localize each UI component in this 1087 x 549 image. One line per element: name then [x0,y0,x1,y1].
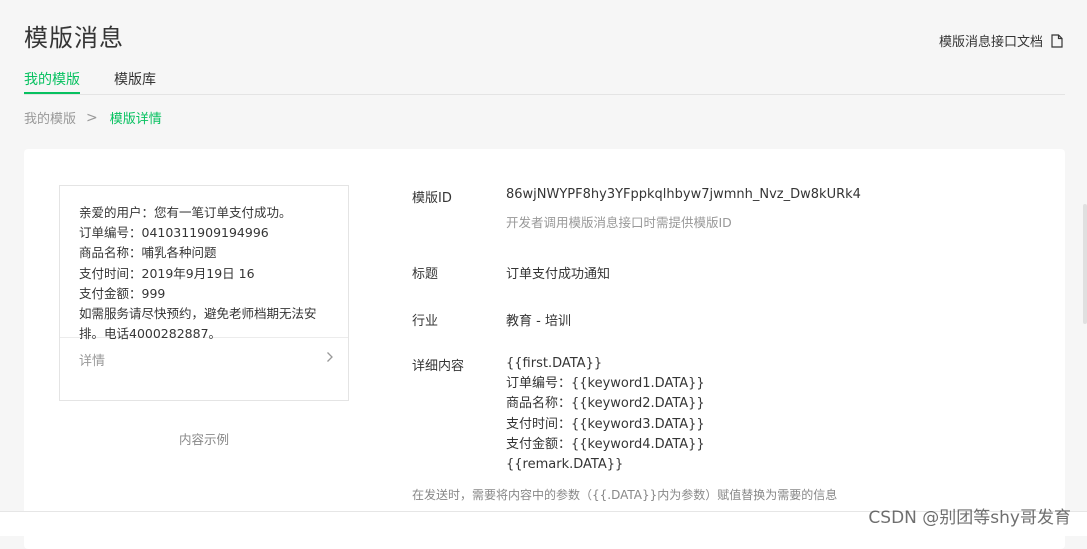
preview-line: 商品名称：哺乳各种问题 [79,245,217,261]
scrollbar[interactable] [1083,204,1087,324]
preview-caption: 内容示例 [179,432,230,447]
industry-value: 教育 - 培训 [506,314,571,329]
preview-line: 支付金额：999 [79,285,166,301]
content-line: 支付金额：{{keyword4.DATA}} [506,436,705,452]
title-value: 订单支付成功通知 [506,267,611,282]
title-label: 标题 [412,267,439,282]
breadcrumb-current: 模版详情 [109,112,162,127]
doc-link[interactable]: 模版消息接口文档 [939,31,1063,50]
template-id-hint: 开发者调用模版消息接口时需提供模版ID [506,215,732,230]
tab-bar: 我的模版 模版库 [24,66,1065,95]
preview-body: 亲爱的用户：您有一笔订单支付成功。 订单编号：0410311909194996 … [60,186,348,341]
preview-line: 订单编号：0410311909194996 [79,225,269,241]
breadcrumb: 我的模版 > 模版详情 [24,108,162,128]
preview-line: 亲爱的用户：您有一笔订单支付成功。 [79,205,292,220]
template-id-value: 86wjNWYPF8hy3YFppkqlhbyw7jwmnh_Nvz_Dw8kU… [506,187,861,202]
content-line: 订单编号：{{keyword1.DATA}} [506,376,705,392]
content-line: {{remark.DATA}} [506,457,624,473]
template-id-label: 模版ID [412,191,452,206]
content-label: 详细内容 [412,359,465,374]
parameter-hint: 在发送时，需要将内容中的参数（{{.DATA}}内为参数）赋值替换为需要的信息 [412,488,838,502]
tab-my-templates[interactable]: 我的模版 [24,66,80,94]
breadcrumb-separator: > [86,109,98,126]
preview-detail-label: 详情 [79,353,106,369]
breadcrumb-my-templates[interactable]: 我的模版 [24,108,76,127]
doc-link-label: 模版消息接口文档 [938,35,1043,50]
watermark: CSDN @别团等shy哥发育 [868,508,1071,528]
message-preview: 亲爱的用户：您有一笔订单支付成功。 订单编号：0410311909194996 … [59,185,349,401]
chevron-right-icon [326,351,334,367]
page-title: 模版消息 [24,24,124,52]
content-line: 支付时间：{{keyword3.DATA}} [506,416,705,432]
content-line: {{first.DATA}} [506,356,603,371]
template-detail-card: 亲爱的用户：您有一笔订单支付成功。 订单编号：0410311909194996 … [24,149,1065,549]
preview-line: 支付时间：2019年9月19日 16 [79,265,255,281]
tab-template-library[interactable]: 模版库 [114,66,156,93]
document-icon [1051,33,1063,48]
industry-label: 行业 [412,314,439,329]
content-line: 商品名称：{{keyword2.DATA}} [506,396,705,412]
